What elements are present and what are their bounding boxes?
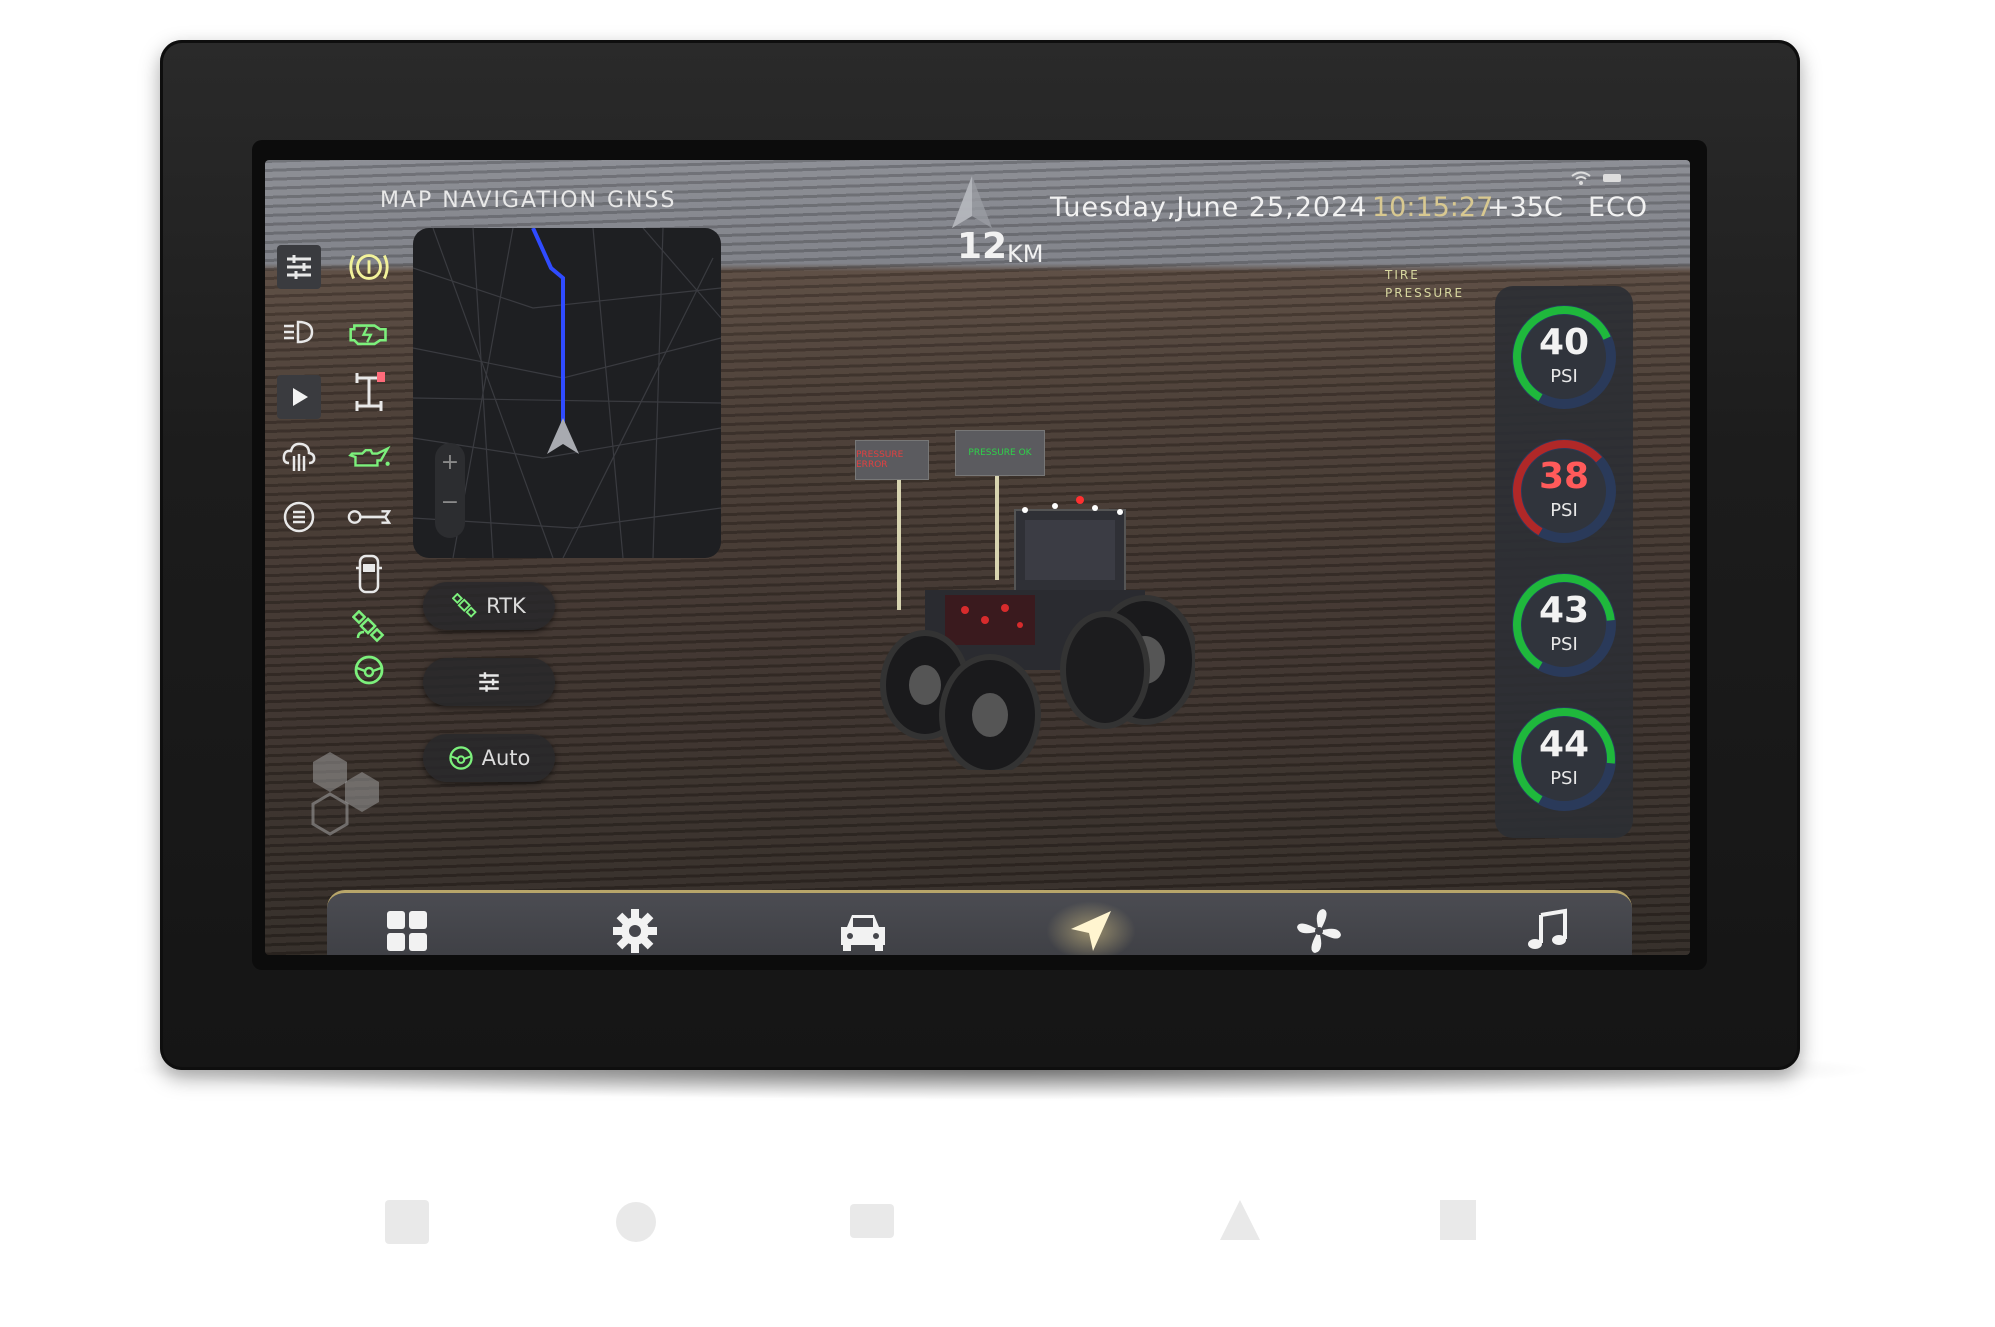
wifi-icon	[1571, 171, 1591, 185]
music-note-icon	[1528, 908, 1567, 949]
wrench-icon	[347, 495, 391, 539]
apps-grid-icon	[387, 911, 427, 951]
battery-icon	[1603, 174, 1621, 182]
distance-value: 12	[957, 226, 1008, 267]
navigation-minimap[interactable]: + −	[413, 228, 721, 558]
play-icon[interactable]	[277, 375, 321, 419]
tire-pressure-label: TIRE PRESSURE	[1385, 266, 1464, 302]
headlight-icon[interactable]	[277, 310, 321, 354]
tire-gauge-1: 40 PSI	[1507, 300, 1621, 414]
distance-unit: KM	[1007, 240, 1044, 268]
car-icon	[841, 915, 885, 951]
hexagon-logo-icon	[311, 752, 379, 836]
nav-climate-button[interactable]	[1279, 903, 1359, 955]
zoom-out-button[interactable]: −	[435, 483, 465, 523]
cloud-download-icon[interactable]	[277, 435, 321, 479]
dashboard-screen: MAP NAVIGATION GNSS 12 KM Tuesday,June 2…	[265, 160, 1690, 955]
menu-circle-icon[interactable]	[277, 495, 321, 539]
time-text: 10:15:27	[1372, 192, 1494, 223]
tire-pressure-panel: 40 PSI 38 PSI 43 PSI 44 PSI	[1495, 286, 1633, 838]
nav-apps-button[interactable]	[367, 903, 447, 955]
rtk-label: RTK	[486, 594, 526, 618]
tire-pressure-value: 43	[1538, 590, 1590, 631]
navigation-arrow-icon	[1071, 911, 1111, 951]
zoom-in-button[interactable]: +	[435, 443, 465, 483]
tire-gauge-3: 43 PSI	[1507, 568, 1621, 682]
tire-pressure-value: 40	[1538, 322, 1590, 363]
nav-music-button[interactable]	[1507, 903, 1587, 955]
steering-wheel-icon	[448, 746, 473, 770]
nav-navigation-button-active[interactable]	[1046, 901, 1136, 955]
eco-mode-text: ECO	[1588, 192, 1649, 223]
oil-can-icon	[347, 435, 391, 479]
tire-pressure-unit: PSI	[1550, 366, 1578, 387]
tire-pressure-unit: PSI	[1550, 500, 1578, 521]
gear-icon	[613, 909, 657, 953]
temperature-text: +35C	[1487, 192, 1563, 223]
auto-label: Auto	[481, 746, 531, 770]
nav-vehicle-button[interactable]	[823, 903, 903, 955]
device-reflection	[160, 1190, 1800, 1290]
adjust-sliders-icon	[479, 672, 499, 692]
satellite-icon	[347, 605, 391, 649]
vehicle-topdown-icon	[347, 552, 391, 596]
engine-warning-icon	[347, 310, 391, 354]
brake-warning-icon	[347, 245, 391, 289]
tire-pressure-unit: PSI	[1550, 634, 1578, 655]
tire-pressure-value: 38	[1538, 456, 1590, 497]
vehicle-position-icon	[547, 418, 579, 454]
rtk-button[interactable]: RTK	[423, 582, 555, 630]
tractor-3d-model: PRESSURE ERROR PRESSURE OK	[855, 430, 1195, 770]
nav-settings-button[interactable]	[595, 903, 675, 955]
axle-diagnostic-icon	[347, 370, 391, 414]
steering-wheel-icon	[347, 648, 391, 692]
date-text: Tuesday,June 25,2024	[1050, 192, 1368, 223]
fan-icon	[1297, 909, 1341, 953]
adjust-button[interactable]	[423, 658, 555, 706]
zoom-control[interactable]: + −	[435, 443, 465, 538]
tire-pressure-value: 44	[1538, 724, 1590, 765]
bottom-navigation-bar	[327, 890, 1632, 955]
tire-gauge-2: 38 PSI	[1507, 434, 1621, 548]
tire-label-line2: PRESSURE	[1385, 286, 1465, 300]
tire-gauge-4: 44 PSI	[1507, 702, 1621, 816]
adjust-sliders-icon[interactable]	[277, 245, 321, 289]
satellite-icon	[452, 593, 477, 618]
auto-steer-button[interactable]: Auto	[423, 734, 555, 782]
tire-label-line1: TIRE	[1385, 268, 1420, 282]
page-title: MAP NAVIGATION GNSS	[380, 188, 677, 213]
tire-pressure-unit: PSI	[1550, 768, 1578, 789]
